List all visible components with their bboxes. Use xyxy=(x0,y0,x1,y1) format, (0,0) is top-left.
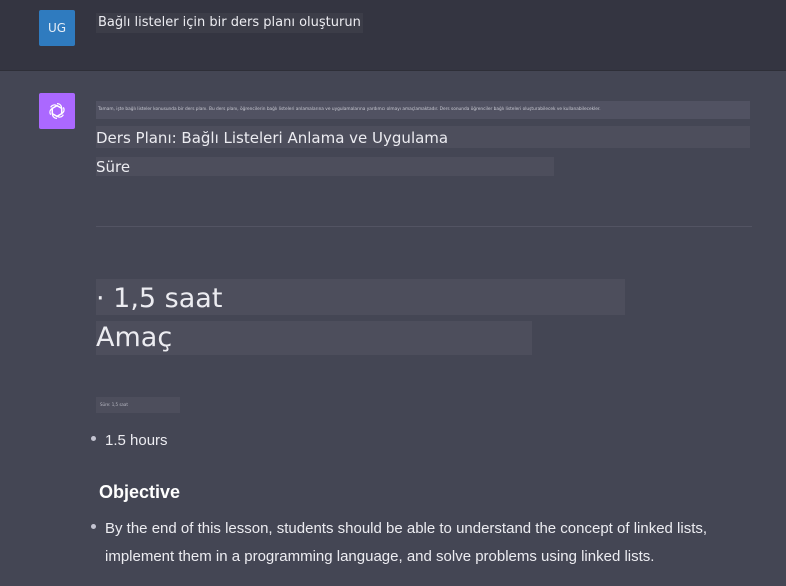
big-duration-text: · 1,5 saat xyxy=(96,283,223,314)
assistant-avatar xyxy=(39,93,75,129)
duration-highlight xyxy=(96,157,554,176)
tiny-intro-text: Tamam, işte bağlı listeler konusunda bir… xyxy=(96,101,750,119)
lesson-title: Ders Planı: Bağlı Listeleri Anlama ve Uy… xyxy=(96,129,449,147)
big-objective-heading: Amaç xyxy=(96,322,173,353)
small-text-block: Süre: 1,5 saat xyxy=(96,397,180,413)
objective-line-2: implement them in a programming language… xyxy=(105,548,655,565)
duration-bullet-text: 1.5 hours xyxy=(105,432,168,449)
openai-logo-icon xyxy=(49,103,65,119)
user-avatar: UG xyxy=(39,10,75,46)
duration-heading: Süre xyxy=(96,158,131,176)
divider xyxy=(96,226,752,227)
user-message-row: UG Bağlı listeler için bir ders planı ol… xyxy=(0,0,786,71)
user-message-text: Bağlı listeler için bir ders planı oluşt… xyxy=(96,13,363,33)
objective-heading: Objective xyxy=(99,482,181,502)
objective-line-1: By the end of this lesson, students shou… xyxy=(105,520,708,537)
bullet-dot xyxy=(91,436,96,441)
bullet-dot xyxy=(91,524,96,529)
